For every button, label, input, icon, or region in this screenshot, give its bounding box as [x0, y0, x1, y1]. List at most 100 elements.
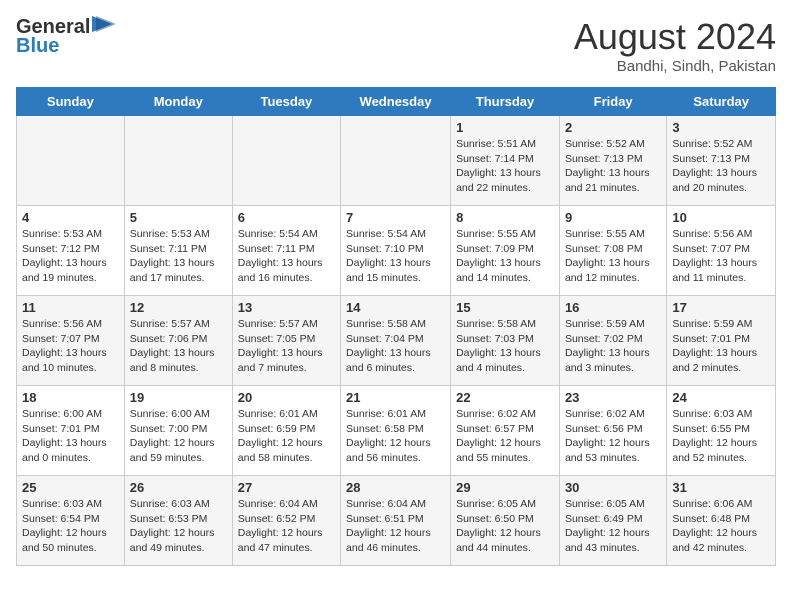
calendar-cell: 23 Sunrise: 6:02 AM Sunset: 6:56 PM Dayli…	[559, 386, 666, 476]
calendar-cell: 11Sunrise: 5:56 AM Sunset: 7:07 PM Dayli…	[17, 296, 125, 386]
day-number: 13	[238, 300, 335, 315]
calendar-cell: 25 Sunrise: 6:03 AM Sunset: 6:54 PM Dayli…	[17, 476, 125, 566]
day-number: 3	[672, 120, 770, 135]
calendar-cell: 18 Sunrise: 6:00 AM Sunset: 7:01 PM Dayli…	[17, 386, 125, 476]
day-number: 18	[22, 390, 119, 405]
day-number: 11	[22, 300, 119, 315]
day-number: 4	[22, 210, 119, 225]
day-number: 24	[672, 390, 770, 405]
day-number: 29	[456, 480, 554, 495]
day-info: Sunrise: 6:01 AM Sunset: 6:58 PM Dayligh…	[346, 407, 445, 466]
logo: General Blue	[16, 16, 116, 58]
logo-flag-icon	[92, 16, 116, 36]
day-number: 16	[565, 300, 661, 315]
day-info: Sunrise: 5:55 AM Sunset: 7:09 PM Dayligh…	[456, 227, 554, 286]
day-number: 31	[672, 480, 770, 495]
day-info: Sunrise: 5:59 AM Sunset: 7:01 PM Dayligh…	[672, 317, 770, 376]
weekday-header: Wednesday	[341, 88, 451, 116]
calendar-cell: 12Sunrise: 5:57 AM Sunset: 7:06 PM Dayli…	[124, 296, 232, 386]
calendar-cell: 16 Sunrise: 5:59 AM Sunset: 7:02 PM Dayli…	[559, 296, 666, 386]
calendar-cell: 21 Sunrise: 6:01 AM Sunset: 6:58 PM Dayli…	[341, 386, 451, 476]
weekday-header: Thursday	[451, 88, 560, 116]
day-number: 19	[130, 390, 227, 405]
day-number: 21	[346, 390, 445, 405]
day-info: Sunrise: 5:59 AM Sunset: 7:02 PM Dayligh…	[565, 317, 661, 376]
day-info: Sunrise: 6:03 AM Sunset: 6:54 PM Dayligh…	[22, 497, 119, 556]
day-info: Sunrise: 5:53 AM Sunset: 7:11 PM Dayligh…	[130, 227, 227, 286]
day-info: Sunrise: 6:00 AM Sunset: 7:00 PM Dayligh…	[130, 407, 227, 466]
calendar-cell: 9 Sunrise: 5:55 AM Sunset: 7:08 PM Daylig…	[559, 206, 666, 296]
day-info: Sunrise: 5:54 AM Sunset: 7:10 PM Dayligh…	[346, 227, 445, 286]
calendar-cell: 24 Sunrise: 6:03 AM Sunset: 6:55 PM Dayli…	[667, 386, 776, 476]
day-number: 23	[565, 390, 661, 405]
day-number: 10	[672, 210, 770, 225]
calendar-cell: 7 Sunrise: 5:54 AM Sunset: 7:10 PM Daylig…	[341, 206, 451, 296]
weekday-header: Saturday	[667, 88, 776, 116]
calendar-cell	[17, 116, 125, 206]
calendar-cell: 15Sunrise: 5:58 AM Sunset: 7:03 PM Dayli…	[451, 296, 560, 386]
calendar-cell: 29 Sunrise: 6:05 AM Sunset: 6:50 PM Dayli…	[451, 476, 560, 566]
day-info: Sunrise: 5:58 AM Sunset: 7:04 PM Dayligh…	[346, 317, 445, 376]
calendar-cell: 10 Sunrise: 5:56 AM Sunset: 7:07 PM Dayli…	[667, 206, 776, 296]
weekday-header: Tuesday	[232, 88, 340, 116]
calendar-cell: 1 Sunrise: 5:51 AM Sunset: 7:14 PM Daylig…	[451, 116, 560, 206]
calendar-cell: 27 Sunrise: 6:04 AM Sunset: 6:52 PM Dayli…	[232, 476, 340, 566]
day-number: 7	[346, 210, 445, 225]
day-info: Sunrise: 5:56 AM Sunset: 7:07 PM Dayligh…	[672, 227, 770, 286]
day-info: Sunrise: 6:03 AM Sunset: 6:55 PM Dayligh…	[672, 407, 770, 466]
day-info: Sunrise: 5:52 AM Sunset: 7:13 PM Dayligh…	[565, 137, 661, 196]
calendar-cell: 30 Sunrise: 6:05 AM Sunset: 6:49 PM Dayli…	[559, 476, 666, 566]
calendar-cell: 19 Sunrise: 6:00 AM Sunset: 7:00 PM Dayli…	[124, 386, 232, 476]
calendar-cell: 31 Sunrise: 6:06 AM Sunset: 6:48 PM Dayli…	[667, 476, 776, 566]
day-info: Sunrise: 5:55 AM Sunset: 7:08 PM Dayligh…	[565, 227, 661, 286]
day-number: 27	[238, 480, 335, 495]
day-number: 12	[130, 300, 227, 315]
day-number: 5	[130, 210, 227, 225]
location-label: Bandhi, Sindh, Pakistan	[574, 58, 776, 75]
day-number: 20	[238, 390, 335, 405]
day-info: Sunrise: 6:02 AM Sunset: 6:56 PM Dayligh…	[565, 407, 661, 466]
calendar-cell: 3Sunrise: 5:52 AM Sunset: 7:13 PM Daylig…	[667, 116, 776, 206]
calendar-cell	[124, 116, 232, 206]
calendar-cell: 6Sunrise: 5:54 AM Sunset: 7:11 PM Daylig…	[232, 206, 340, 296]
day-info: Sunrise: 6:04 AM Sunset: 6:51 PM Dayligh…	[346, 497, 445, 556]
calendar-cell: 5 Sunrise: 5:53 AM Sunset: 7:11 PM Daylig…	[124, 206, 232, 296]
day-number: 30	[565, 480, 661, 495]
day-number: 17	[672, 300, 770, 315]
calendar-cell: 17 Sunrise: 5:59 AM Sunset: 7:01 PM Dayli…	[667, 296, 776, 386]
calendar-cell: 2 Sunrise: 5:52 AM Sunset: 7:13 PM Daylig…	[559, 116, 666, 206]
calendar-cell: 4 Sunrise: 5:53 AM Sunset: 7:12 PM Daylig…	[17, 206, 125, 296]
calendar-cell: 26Sunrise: 6:03 AM Sunset: 6:53 PM Dayli…	[124, 476, 232, 566]
weekday-header: Sunday	[17, 88, 125, 116]
day-number: 28	[346, 480, 445, 495]
day-info: Sunrise: 5:53 AM Sunset: 7:12 PM Dayligh…	[22, 227, 119, 286]
calendar-week-row: 11Sunrise: 5:56 AM Sunset: 7:07 PM Dayli…	[17, 296, 776, 386]
month-year-label: August 2024	[574, 16, 776, 58]
calendar-cell: 22 Sunrise: 6:02 AM Sunset: 6:57 PM Dayli…	[451, 386, 560, 476]
day-info: Sunrise: 6:05 AM Sunset: 6:49 PM Dayligh…	[565, 497, 661, 556]
day-number: 14	[346, 300, 445, 315]
calendar-cell: 8 Sunrise: 5:55 AM Sunset: 7:09 PM Daylig…	[451, 206, 560, 296]
calendar-cell: 20Sunrise: 6:01 AM Sunset: 6:59 PM Dayli…	[232, 386, 340, 476]
day-number: 8	[456, 210, 554, 225]
day-number: 22	[456, 390, 554, 405]
day-info: Sunrise: 5:51 AM Sunset: 7:14 PM Dayligh…	[456, 137, 554, 196]
day-info: Sunrise: 6:00 AM Sunset: 7:01 PM Dayligh…	[22, 407, 119, 466]
day-number: 26	[130, 480, 227, 495]
calendar-table: SundayMondayTuesdayWednesdayThursdayFrid…	[16, 87, 776, 566]
day-info: Sunrise: 5:54 AM Sunset: 7:11 PM Dayligh…	[238, 227, 335, 286]
calendar-week-row: 4 Sunrise: 5:53 AM Sunset: 7:12 PM Daylig…	[17, 206, 776, 296]
day-number: 2	[565, 120, 661, 135]
day-number: 25	[22, 480, 119, 495]
calendar-cell: 14 Sunrise: 5:58 AM Sunset: 7:04 PM Dayli…	[341, 296, 451, 386]
day-info: Sunrise: 6:02 AM Sunset: 6:57 PM Dayligh…	[456, 407, 554, 466]
day-info: Sunrise: 6:06 AM Sunset: 6:48 PM Dayligh…	[672, 497, 770, 556]
day-info: Sunrise: 6:05 AM Sunset: 6:50 PM Dayligh…	[456, 497, 554, 556]
day-number: 9	[565, 210, 661, 225]
day-number: 1	[456, 120, 554, 135]
day-info: Sunrise: 6:04 AM Sunset: 6:52 PM Dayligh…	[238, 497, 335, 556]
calendar-cell	[341, 116, 451, 206]
calendar-cell: 13Sunrise: 5:57 AM Sunset: 7:05 PM Dayli…	[232, 296, 340, 386]
weekday-header: Friday	[559, 88, 666, 116]
calendar-title: August 2024 Bandhi, Sindh, Pakistan	[574, 16, 776, 75]
